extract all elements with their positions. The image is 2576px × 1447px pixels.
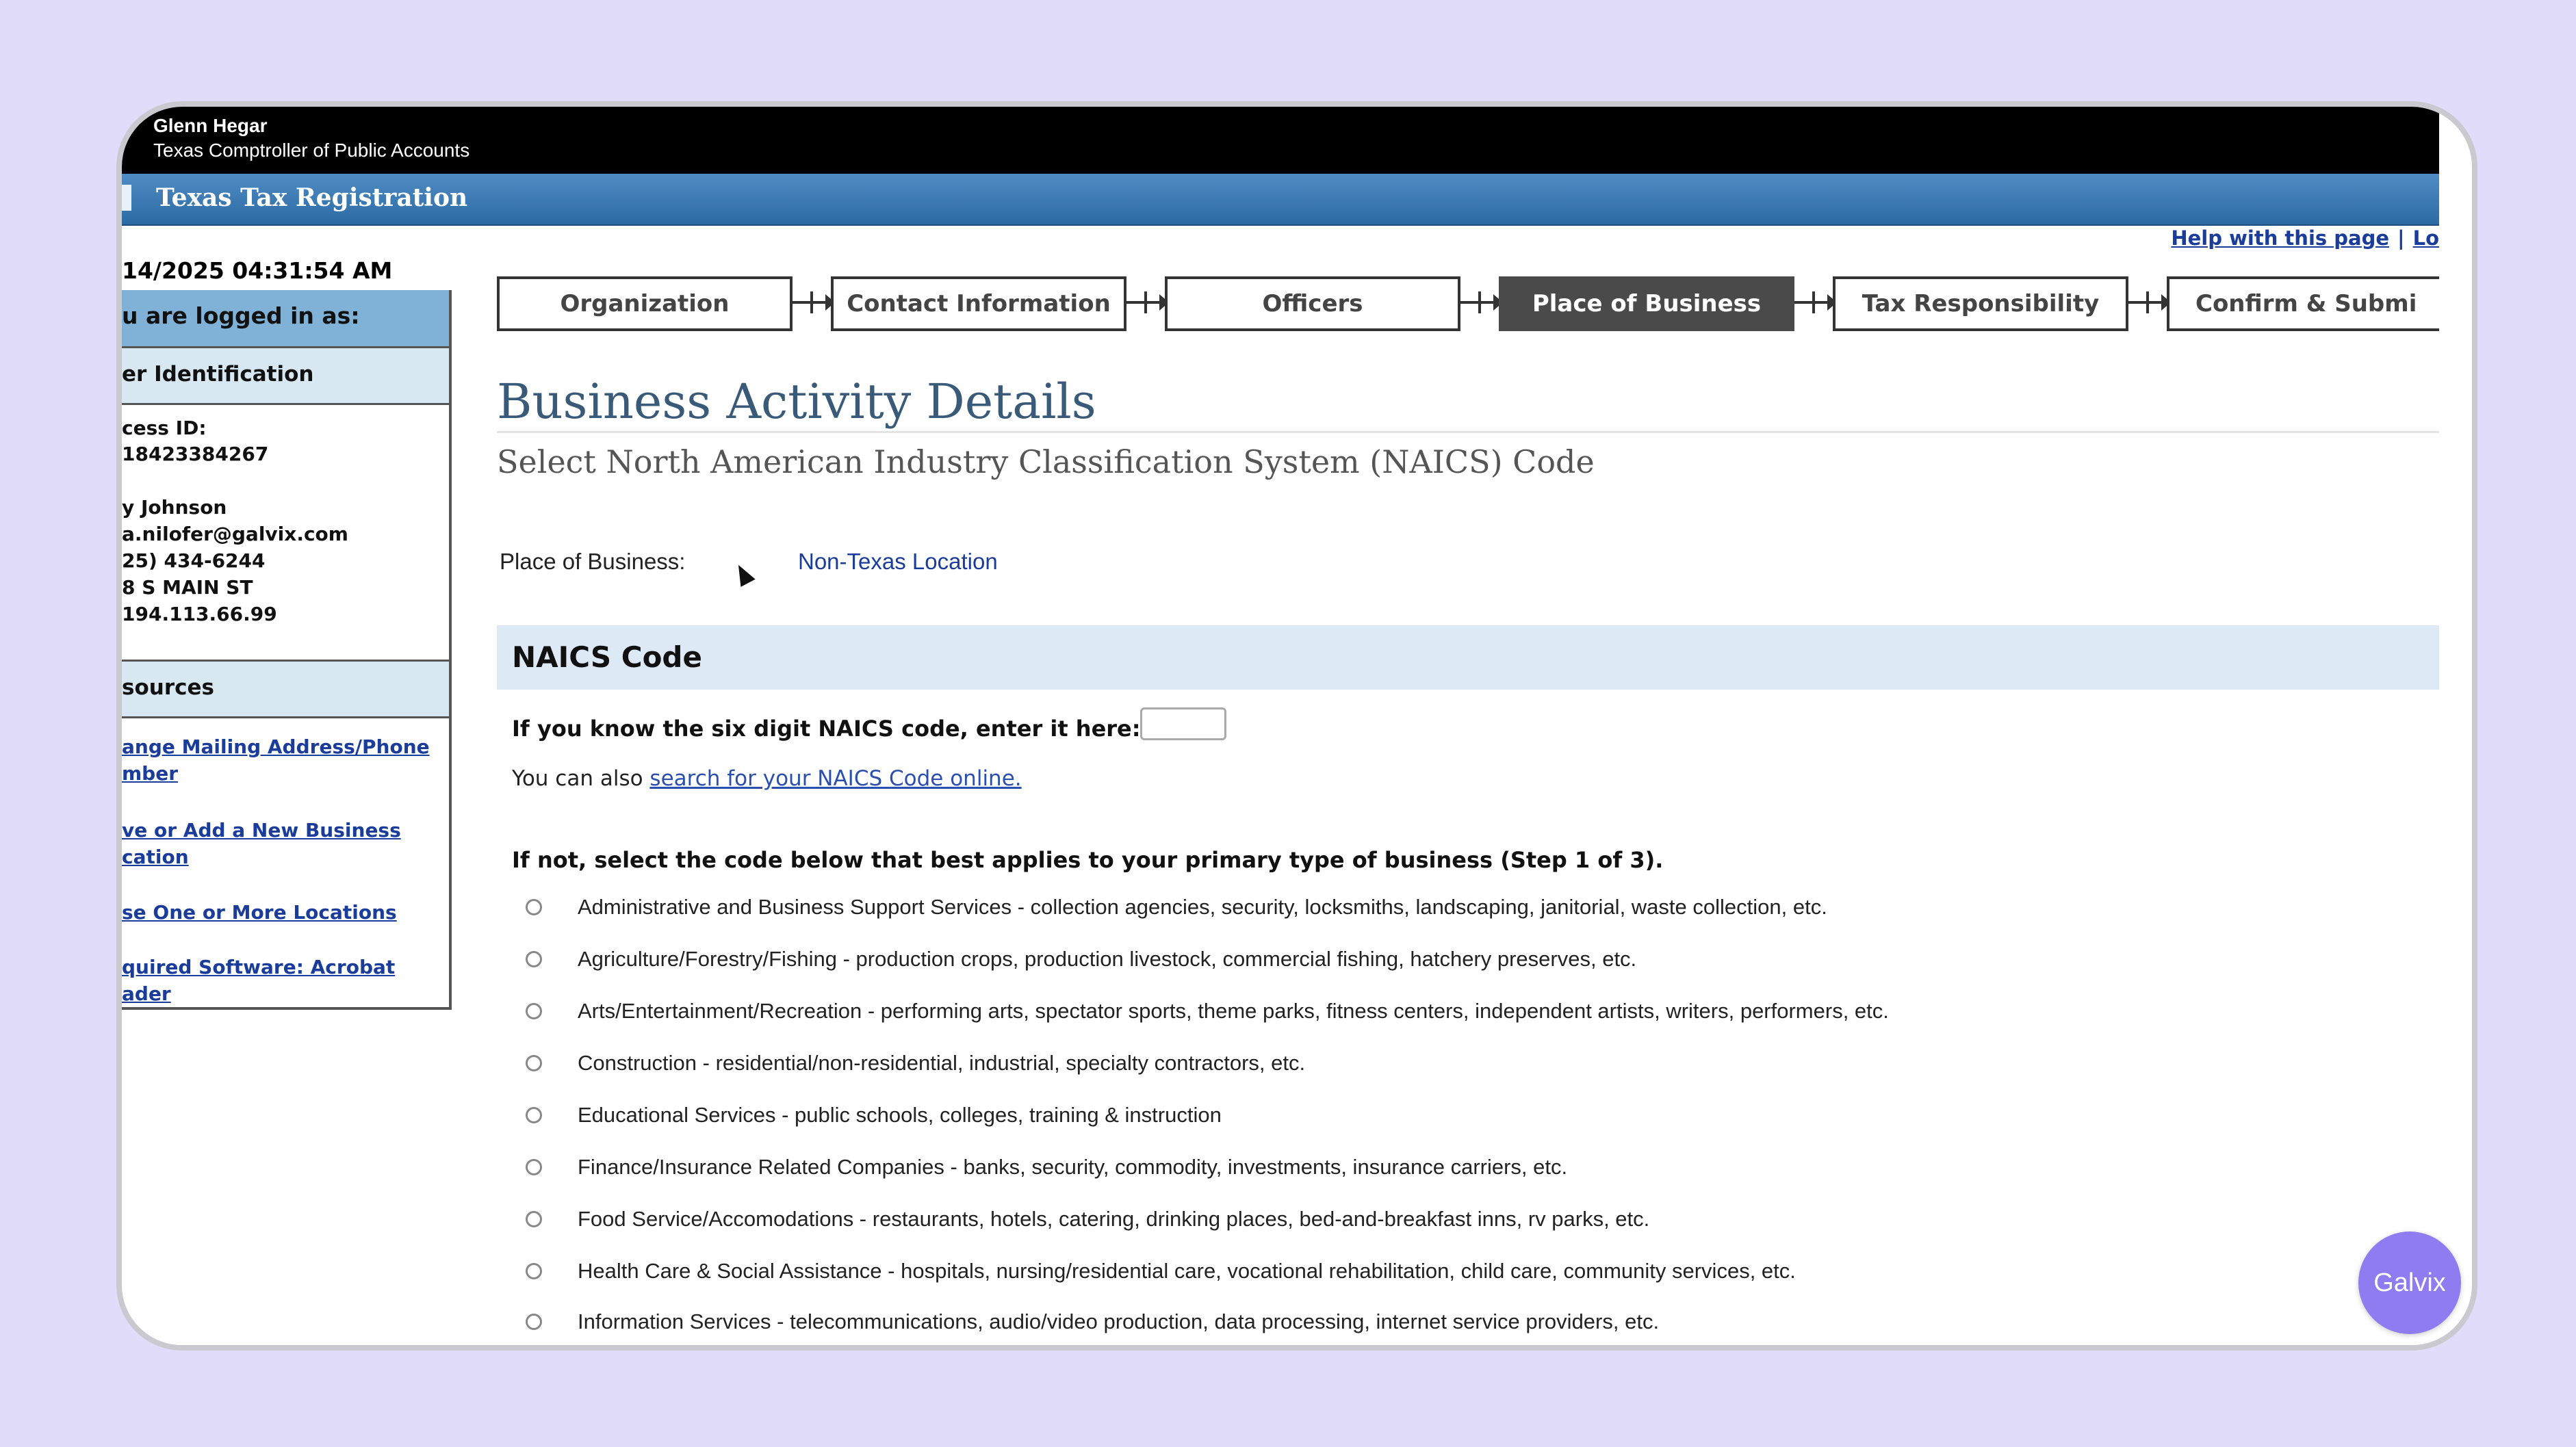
naics-option-label: Agriculture/Forestry/Fishing - productio… <box>578 947 1637 971</box>
naics-option[interactable]: Construction - residential/non-residenti… <box>526 1050 1305 1077</box>
naics-option-label: Educational Services - public schools, c… <box>578 1103 1222 1127</box>
step-arrow <box>1126 291 1169 313</box>
agency-header: Glenn Hegar Texas Comptroller of Public … <box>122 107 2439 174</box>
naics-option[interactable]: Administrative and Business Support Serv… <box>526 894 1827 921</box>
radio-button[interactable] <box>526 951 542 967</box>
step-confirm-submit[interactable]: Confirm & Submi <box>2167 276 2439 331</box>
step-place-of-business[interactable]: Place of Business <box>1499 276 1794 331</box>
naics-option-label: Food Service/Accomodations - restaurants… <box>578 1207 1650 1231</box>
naics-option-label: Health Care & Social Assistance - hospit… <box>578 1259 1796 1283</box>
naics-option[interactable]: Arts/Entertainment/Recreation - performi… <box>526 998 1889 1025</box>
place-of-business-label: Place of Business: <box>500 549 686 574</box>
link-line: cation <box>122 846 189 868</box>
official-name: Glenn Hegar <box>153 115 268 136</box>
link-line: quired Software: Acrobat <box>122 956 396 978</box>
user-ip: 194.113.66.99 <box>122 603 277 625</box>
browser-screen: Glenn Hegar Texas Comptroller of Public … <box>122 107 2439 1345</box>
link-line: ader <box>122 982 171 1005</box>
step-contact-information[interactable]: Contact Information <box>831 276 1126 331</box>
naics-option-label: Arts/Entertainment/Recreation - performi… <box>578 999 1889 1023</box>
naics-option[interactable]: Information Services - telecommunication… <box>526 1308 1659 1335</box>
radio-button[interactable] <box>526 1314 542 1330</box>
help-separator: | <box>2397 226 2405 250</box>
radio-button[interactable] <box>526 1211 542 1227</box>
naics-option[interactable]: Finance/Insurance Related Companies - ba… <box>526 1153 1567 1181</box>
naics-search-link[interactable]: search for your NAICS Code online. <box>649 766 1021 791</box>
logout-link[interactable]: Lo <box>2413 226 2439 250</box>
step-tax-responsibility[interactable]: Tax Responsibility <box>1833 276 2128 331</box>
app-title-bar: Texas Tax Registration <box>122 174 2439 226</box>
radio-button[interactable] <box>526 1003 542 1019</box>
step-arrow <box>1460 291 1503 313</box>
radio-button[interactable] <box>526 1107 542 1123</box>
naics-option-label: Information Services - telecommunication… <box>578 1309 1660 1333</box>
mouse-cursor-icon <box>731 561 756 587</box>
place-of-business-value: Non-Texas Location <box>798 549 998 574</box>
agency-name: Texas Comptroller of Public Accounts <box>153 140 470 161</box>
radio-button[interactable] <box>526 1055 542 1071</box>
naics-option-label: Administrative and Business Support Serv… <box>578 895 1827 919</box>
link-line: se One or More Locations <box>122 901 397 924</box>
identification-heading-text: er Identification <box>122 362 314 387</box>
radio-button[interactable] <box>526 899 542 915</box>
help-link[interactable]: Help with this page <box>2171 226 2389 250</box>
identification-heading: er Identification <box>122 346 449 405</box>
naics-search-hint: You can also search for your NAICS Code … <box>512 766 1022 791</box>
required-software-link[interactable]: quired Software: Acrobat ader <box>122 954 395 1007</box>
window-frame: Glenn Hegar Texas Comptroller of Public … <box>116 101 2477 1351</box>
step-arrow <box>1794 291 1837 313</box>
step-officers[interactable]: Officers <box>1165 276 1460 331</box>
radio-button[interactable] <box>526 1263 542 1279</box>
menu-icon[interactable] <box>122 185 131 211</box>
title-divider <box>497 431 2439 433</box>
step-organization[interactable]: Organization <box>497 276 793 331</box>
link-line: mber <box>122 762 179 785</box>
radio-button[interactable] <box>526 1159 542 1175</box>
change-mailing-address-link[interactable]: ange Mailing Address/Phone mber <box>122 733 430 787</box>
naics-code-input[interactable] <box>1140 707 1226 740</box>
naics-option[interactable]: Agriculture/Forestry/Fishing - productio… <box>526 946 1636 973</box>
link-line: ve or Add a New Business <box>122 819 401 842</box>
help-links: Help with this page | Lo <box>2171 226 2439 250</box>
access-id-value: 18423384267 <box>122 443 269 465</box>
naics-section-header: NAICS Code <box>497 625 2439 690</box>
naics-section-title: NAICS Code <box>512 640 702 674</box>
naics-option[interactable]: Educational Services - public schools, c… <box>526 1101 1222 1129</box>
naics-option[interactable]: Food Service/Accomodations - restaurants… <box>526 1205 1649 1233</box>
galvix-badge[interactable]: Galvix <box>2358 1231 2461 1334</box>
user-name: y Johnson <box>122 496 227 519</box>
add-business-location-link[interactable]: ve or Add a New Business cation <box>122 817 401 870</box>
logged-in-heading-text: u are logged in as: <box>122 302 360 329</box>
page-subtitle: Select North American Industry Classific… <box>497 443 1595 480</box>
naics-option[interactable]: Health Care & Social Assistance - hospit… <box>526 1257 1796 1285</box>
resources-heading: sources <box>122 660 449 718</box>
resources-heading-text: sources <box>122 675 214 700</box>
account-sidebar: u are logged in as: er Identification ce… <box>122 290 452 1010</box>
close-locations-link[interactable]: se One or More Locations <box>122 899 397 926</box>
step-arrow <box>793 291 835 313</box>
app-title: Texas Tax Registration <box>156 183 468 212</box>
naics-search-prefix: You can also <box>512 766 650 791</box>
naics-select-prompt: If not, select the code below that best … <box>512 847 1664 873</box>
naics-option-label: Finance/Insurance Related Companies - ba… <box>578 1155 1568 1179</box>
access-id-label: cess ID: <box>122 417 207 439</box>
naics-option-label: Construction - residential/non-residenti… <box>578 1051 1306 1075</box>
logged-in-heading: u are logged in as: <box>122 290 449 348</box>
user-phone: 25) 434-6244 <box>122 549 266 572</box>
step-arrow <box>2128 291 2171 313</box>
user-email: a.nilofer@galvix.com <box>122 523 348 545</box>
naics-enter-prompt: If you know the six digit NAICS code, en… <box>512 716 1141 742</box>
registration-steps: Organization Contact Information Officer… <box>497 276 2439 338</box>
session-datetime: 14/2025 04:31:54 AM <box>122 257 393 284</box>
page-title: Business Activity Details <box>497 374 1096 430</box>
user-address: 8 S MAIN ST <box>122 576 253 599</box>
link-line: ange Mailing Address/Phone <box>122 735 430 758</box>
